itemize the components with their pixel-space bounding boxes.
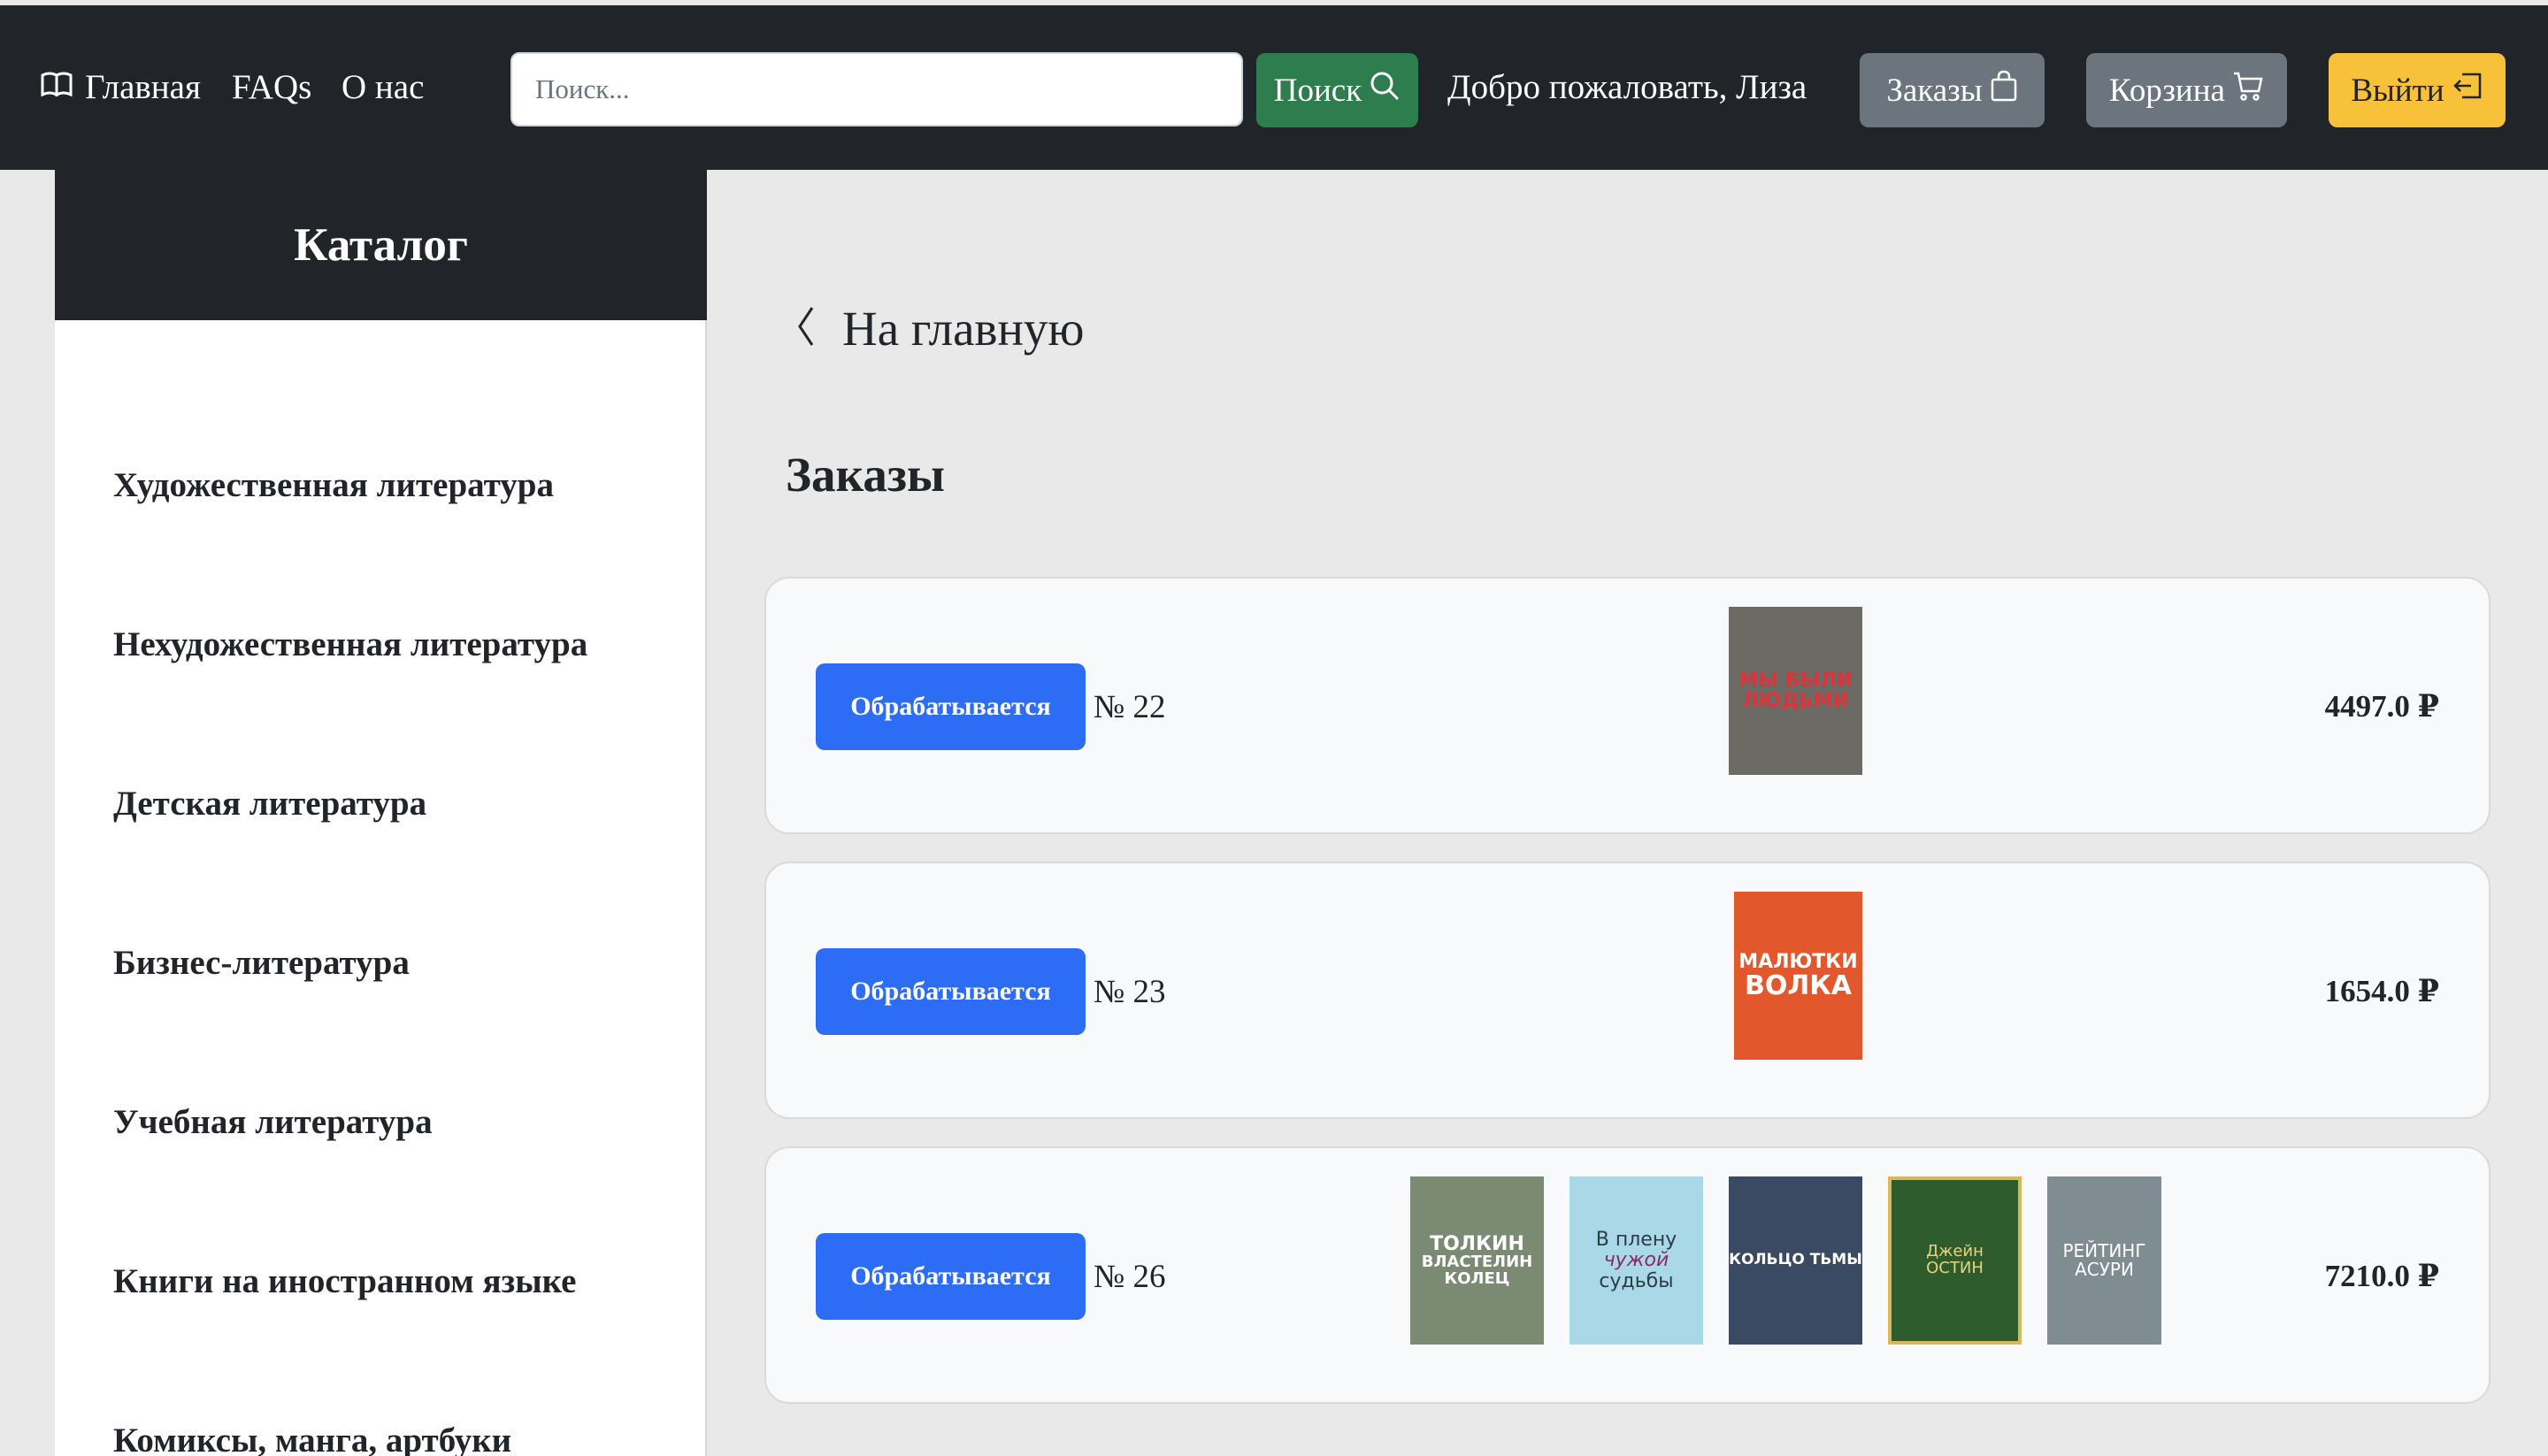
order-card[interactable]: Обрабатывается № 23 МАЛЮТКИ ВОЛКА 1654.0… <box>764 862 2490 1119</box>
order-card[interactable]: Обрабатывается № 26 ТОЛКИН ВЛАСТЕЛИН КОЛ… <box>764 1146 2490 1404</box>
cart-button-label: Корзина <box>2109 72 2225 109</box>
order-number: № 23 <box>1094 974 1166 1010</box>
status-badge: Обрабатывается <box>816 663 1086 750</box>
status-badge: Обрабатывается <box>816 1233 1086 1320</box>
search-button-label: Поиск <box>1273 72 1362 109</box>
book-cover[interactable]: РЕЙТИНГ АСУРИ <box>2047 1176 2161 1345</box>
nav-faq-link[interactable]: FAQs <box>232 67 311 107</box>
top-navbar: Главная FAQs О нас Поиск Добро пожаловат… <box>0 5 2548 170</box>
catalog-header: Каталог <box>55 170 707 320</box>
back-to-home-link[interactable]: На главную <box>794 301 1085 356</box>
chevron-left-icon <box>794 304 817 353</box>
order-total: 4497.0 ₽ <box>2324 689 2439 724</box>
catalog-sidebar: Каталог Художественная литература Нехудо… <box>55 170 707 1456</box>
book-cover[interactable]: Джейн ОСТИН <box>1888 1176 2022 1345</box>
category-fiction[interactable]: Художественная литература <box>113 465 554 505</box>
book-cover[interactable]: МАЛЮТКИ ВОЛКА <box>1734 892 1862 1060</box>
cart-icon <box>2232 70 2264 111</box>
order-number: № 22 <box>1094 689 1166 725</box>
category-foreign-language[interactable]: Книги на иностранном языке <box>113 1261 577 1301</box>
bag-icon <box>1990 70 2018 111</box>
category-children[interactable]: Детская литература <box>113 784 426 824</box>
book-cover[interactable]: ТОЛКИН ВЛАСТЕЛИН КОЛЕЦ <box>1410 1176 1544 1345</box>
category-education[interactable]: Учебная литература <box>113 1102 433 1142</box>
nav-home-link[interactable]: Главная <box>41 67 201 107</box>
order-number: № 26 <box>1094 1259 1166 1295</box>
category-nonfiction[interactable]: Нехудожественная литература <box>113 625 587 664</box>
book-cover[interactable]: КОЛЬЦО ТЬМЫ <box>1729 1176 1862 1345</box>
back-to-home-label: На главную <box>842 302 1085 356</box>
order-card[interactable]: Обрабатывается № 22 МЫ БЫЛИ ЛЮДЬМИ 4497.… <box>764 577 2490 834</box>
logout-button-label: Выйти <box>2351 72 2444 109</box>
nav-about-link[interactable]: О нас <box>342 67 424 107</box>
book-icon <box>41 67 73 107</box>
search-button[interactable]: Поиск <box>1256 53 1418 127</box>
logout-button[interactable]: Выйти <box>2329 53 2506 127</box>
book-cover[interactable]: МЫ БЫЛИ ЛЮДЬМИ <box>1729 607 1862 775</box>
book-cover[interactable]: В плену чужой судьбы <box>1569 1176 1703 1345</box>
catalog-title: Каталог <box>294 219 468 271</box>
page-title: Заказы <box>786 448 945 502</box>
welcome-text: Добро пожаловать, Лиза <box>1447 68 1807 106</box>
cart-button[interactable]: Корзина <box>2086 53 2287 127</box>
category-comics[interactable]: Комиксы, манга, артбуки <box>113 1421 511 1456</box>
orders-button-label: Заказы <box>1886 72 1983 109</box>
nav-home-label: Главная <box>85 68 201 106</box>
category-business[interactable]: Бизнес-литература <box>113 943 410 983</box>
orders-button[interactable]: Заказы <box>1860 53 2045 127</box>
logout-icon <box>2452 71 2483 110</box>
search-input[interactable] <box>510 52 1243 126</box>
status-badge: Обрабатывается <box>816 948 1086 1035</box>
order-total: 7210.0 ₽ <box>2324 1259 2439 1293</box>
search-icon <box>1369 70 1401 111</box>
order-total: 1654.0 ₽ <box>2324 974 2439 1008</box>
